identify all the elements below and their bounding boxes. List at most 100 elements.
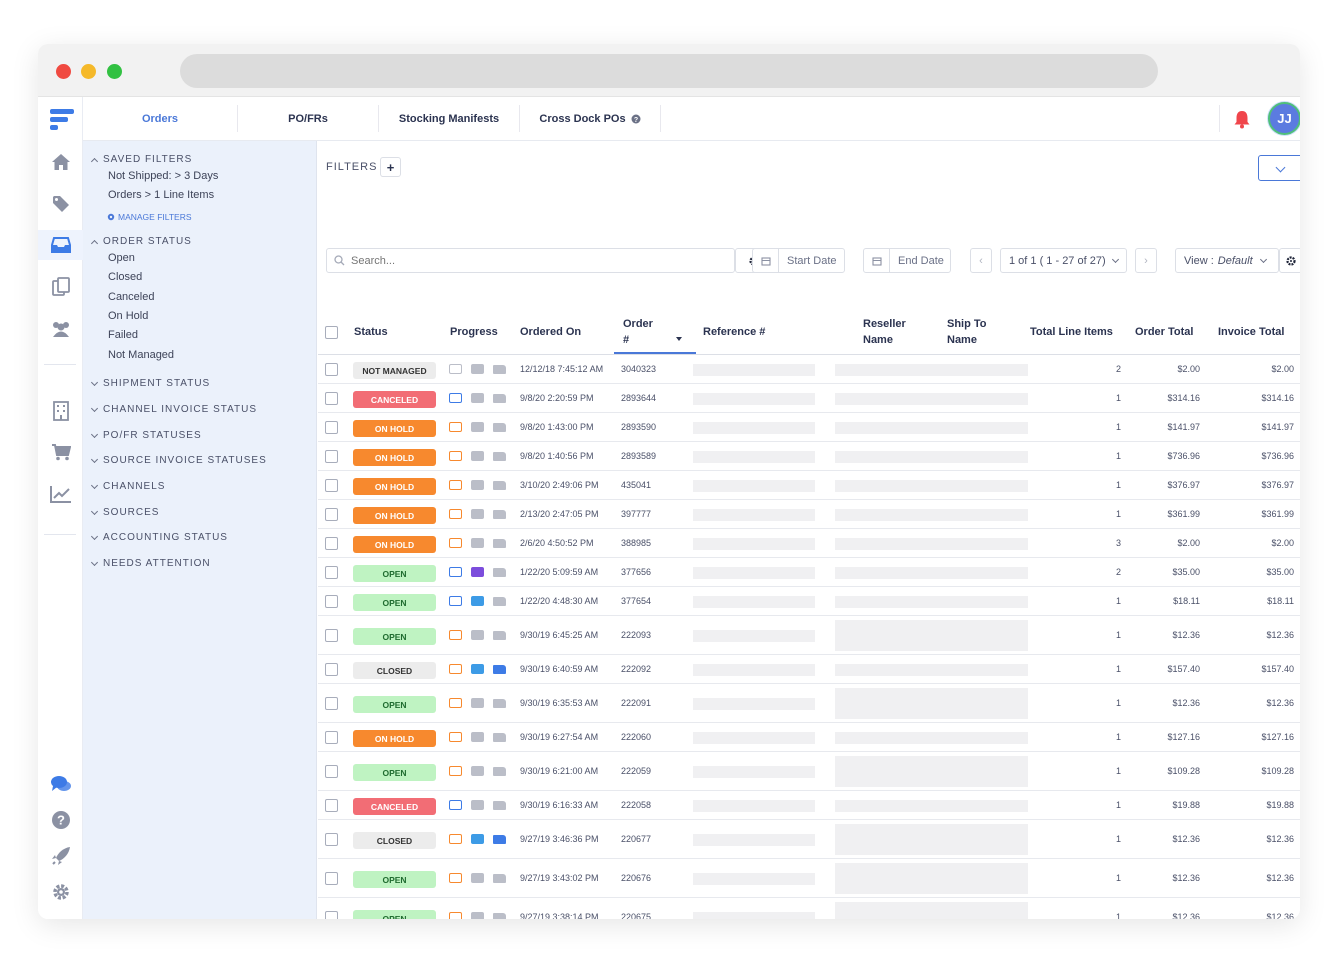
- table-row[interactable]: ON HOLD 9/30/19 6:27:54 AM 222060 1 $127.16 $…: [318, 723, 1300, 752]
- shipping-truck-icon[interactable]: [493, 631, 506, 640]
- payment-status-icon[interactable]: [449, 800, 462, 810]
- tab-pofrs[interactable]: PO/FRs: [238, 97, 378, 141]
- help-circle-icon[interactable]: ?: [631, 114, 641, 124]
- order-status-not-managed[interactable]: Not Managed: [108, 349, 174, 361]
- source-invoice-statuses-header[interactable]: SOURCE INVOICE STATUSES: [90, 455, 267, 466]
- tab-stocking-manifests[interactable]: Stocking Manifests: [379, 97, 519, 141]
- invoice-status-icon[interactable]: [471, 567, 484, 577]
- shipping-truck-icon[interactable]: [493, 665, 506, 674]
- shipping-truck-icon[interactable]: [493, 423, 506, 432]
- row-checkbox[interactable]: [325, 697, 338, 710]
- address-bar[interactable]: [180, 54, 1158, 88]
- payment-status-icon[interactable]: [449, 364, 462, 374]
- row-checkbox[interactable]: [325, 629, 338, 642]
- saved-filters-header[interactable]: SAVED FILTERS: [90, 154, 192, 165]
- order-number-cell[interactable]: 388985: [621, 538, 651, 548]
- channel-invoice-status-header[interactable]: CHANNEL INVOICE STATUS: [90, 404, 257, 415]
- order-number-cell[interactable]: 220676: [621, 873, 651, 883]
- start-date-field[interactable]: Start Date: [752, 248, 845, 273]
- payment-status-icon[interactable]: [449, 480, 462, 490]
- shipping-truck-icon[interactable]: [493, 767, 506, 776]
- nav-help[interactable]: ?: [38, 805, 83, 835]
- table-row[interactable]: ON HOLD 2/6/20 4:50:52 PM 388985 3 $2.00 $2.0…: [318, 529, 1300, 558]
- header-ordered-on[interactable]: Ordered On: [520, 324, 581, 340]
- maximize-window-button[interactable]: [107, 64, 122, 79]
- nav-documents[interactable]: [38, 272, 83, 302]
- invoice-status-icon[interactable]: [471, 664, 484, 674]
- shipment-status-header[interactable]: SHIPMENT STATUS: [90, 378, 210, 389]
- order-number-cell[interactable]: 3040323: [621, 364, 656, 374]
- shipping-truck-icon[interactable]: [493, 835, 506, 844]
- tab-cross-dock-pos[interactable]: Cross Dock POs ?: [520, 97, 660, 141]
- payment-status-icon[interactable]: [449, 873, 462, 883]
- table-row[interactable]: CANCELED 9/8/20 2:20:59 PM 2893644 1 $314.16…: [318, 384, 1300, 413]
- header-reference[interactable]: Reference #: [703, 324, 765, 340]
- payment-status-icon[interactable]: [449, 567, 462, 577]
- shipping-truck-icon[interactable]: [493, 913, 506, 919]
- nav-chat[interactable]: [38, 769, 83, 799]
- nav-cart[interactable]: [38, 437, 83, 467]
- order-number-cell[interactable]: 2893589: [621, 451, 656, 461]
- shipping-truck-icon[interactable]: [493, 699, 506, 708]
- order-number-cell[interactable]: 222060: [621, 732, 651, 742]
- order-status-failed[interactable]: Failed: [108, 329, 138, 341]
- invoice-status-icon[interactable]: [471, 630, 484, 640]
- row-checkbox[interactable]: [325, 363, 338, 376]
- invoice-status-icon[interactable]: [471, 364, 484, 374]
- pagination-select[interactable]: 1 of 1 ( 1 - 27 of 27): [1000, 248, 1127, 273]
- row-checkbox[interactable]: [325, 833, 338, 846]
- table-row[interactable]: ON HOLD 9/8/20 1:40:56 PM 2893589 1 $736.96 $…: [318, 442, 1300, 471]
- nav-home[interactable]: [38, 147, 83, 177]
- avatar[interactable]: JJ: [1268, 102, 1300, 135]
- order-number-cell[interactable]: 435041: [621, 480, 651, 490]
- order-number-cell[interactable]: 2893644: [621, 393, 656, 403]
- order-status-canceled[interactable]: Canceled: [108, 291, 154, 303]
- shipping-truck-icon[interactable]: [493, 365, 506, 374]
- table-row[interactable]: ON HOLD 3/10/20 2:49:06 PM 435041 1 $376.97 $…: [318, 471, 1300, 500]
- end-date-field[interactable]: End Date: [863, 248, 951, 273]
- row-checkbox[interactable]: [325, 566, 338, 579]
- saved-filter-item[interactable]: Orders > 1 Line Items: [108, 189, 214, 201]
- select-all-checkbox[interactable]: [325, 326, 338, 339]
- nav-settings[interactable]: [38, 877, 83, 907]
- invoice-status-icon[interactable]: [471, 698, 484, 708]
- payment-status-icon[interactable]: [449, 509, 462, 519]
- header-invoice-total[interactable]: Invoice Total: [1218, 324, 1284, 340]
- table-row[interactable]: ON HOLD 9/8/20 1:43:00 PM 2893590 1 $141.97 $…: [318, 413, 1300, 442]
- payment-status-icon[interactable]: [449, 912, 462, 919]
- sources-header[interactable]: SOURCES: [90, 507, 159, 518]
- order-number-cell[interactable]: 220675: [621, 912, 651, 919]
- row-checkbox[interactable]: [325, 911, 338, 919]
- header-reseller-line1[interactable]: Reseller: [863, 316, 906, 332]
- prev-page-button[interactable]: ‹: [970, 248, 992, 273]
- table-row[interactable]: OPEN 9/30/19 6:45:25 AM 222093 1 $12.36 $12.3…: [318, 616, 1300, 655]
- table-row[interactable]: OPEN 9/27/19 3:38:14 PM 220675 1 $12.36 $12.3…: [318, 898, 1300, 919]
- row-checkbox[interactable]: [325, 765, 338, 778]
- row-checkbox[interactable]: [325, 450, 338, 463]
- shipping-truck-icon[interactable]: [493, 568, 506, 577]
- row-checkbox[interactable]: [325, 872, 338, 885]
- invoice-status-icon[interactable]: [471, 912, 484, 919]
- nav-building[interactable]: [38, 396, 83, 426]
- manage-filters-link[interactable]: MANAGE FILTERS: [107, 212, 192, 222]
- order-number-cell[interactable]: 2893590: [621, 422, 656, 432]
- accounting-status-header[interactable]: ACCOUNTING STATUS: [90, 532, 228, 543]
- payment-status-icon[interactable]: [449, 732, 462, 742]
- invoice-status-icon[interactable]: [471, 766, 484, 776]
- table-row[interactable]: CANCELED 9/30/19 6:16:33 AM 222058 1 $19.88 $…: [318, 791, 1300, 820]
- order-status-closed[interactable]: Closed: [108, 271, 142, 283]
- shipping-truck-icon[interactable]: [493, 510, 506, 519]
- order-number-cell[interactable]: 222091: [621, 698, 651, 708]
- order-status-on-hold[interactable]: On Hold: [108, 310, 148, 322]
- shipping-truck-icon[interactable]: [493, 874, 506, 883]
- payment-status-icon[interactable]: [449, 664, 462, 674]
- invoice-status-icon[interactable]: [471, 732, 484, 742]
- header-order-number[interactable]: Order #: [614, 311, 696, 354]
- invoice-status-icon[interactable]: [471, 393, 484, 403]
- channels-header[interactable]: CHANNELS: [90, 481, 165, 492]
- notifications-button[interactable]: [1233, 109, 1253, 129]
- order-number-cell[interactable]: 220677: [621, 834, 651, 844]
- table-row[interactable]: OPEN 9/30/19 6:35:53 AM 222091 1 $12.36 $12.3…: [318, 684, 1300, 723]
- table-row[interactable]: OPEN 1/22/20 5:09:59 AM 377656 2 $35.00 $35.0…: [318, 558, 1300, 587]
- table-row[interactable]: NOT MANAGED 12/12/18 7:45:12 AM 3040323 2 $2…: [318, 355, 1300, 384]
